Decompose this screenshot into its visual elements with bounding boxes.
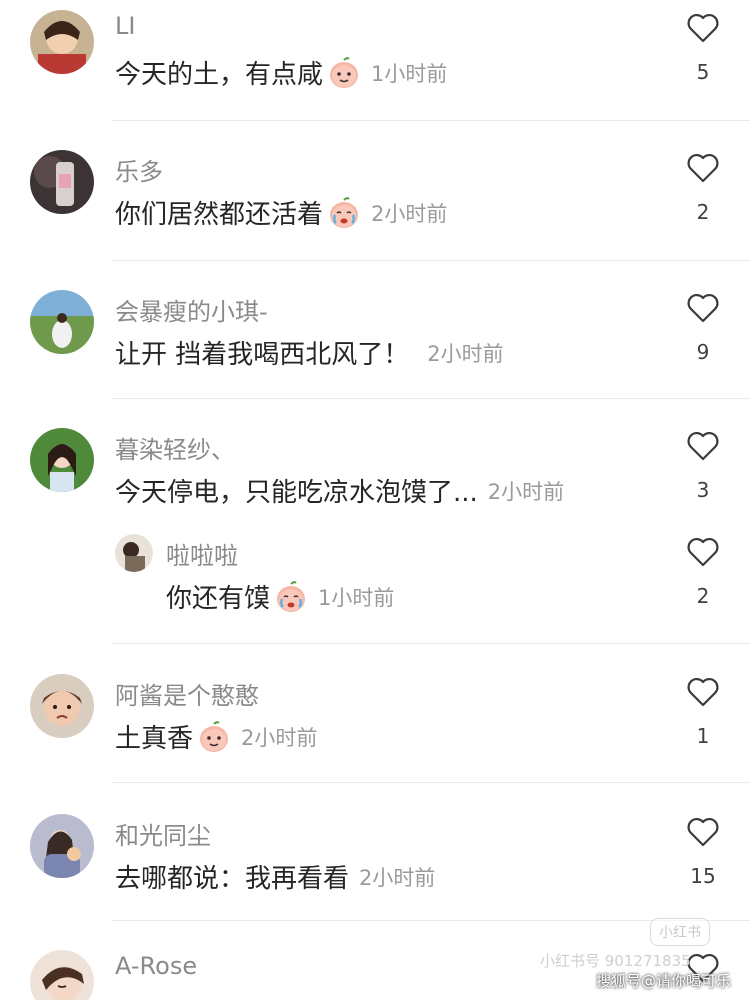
comment-text: 土真香 — [115, 724, 194, 754]
comment-text: 今天停电，只能吃凉水泡馍了... — [115, 478, 478, 508]
comment-time: 2小时前 — [371, 201, 448, 226]
reply-text-line: 你还有馍 1小时前 — [166, 578, 394, 615]
reply-text: 你还有馍 — [166, 584, 271, 614]
avatar[interactable] — [30, 814, 94, 878]
avatar[interactable] — [30, 674, 94, 738]
reply-avatar[interactable] — [115, 534, 153, 572]
heart-icon[interactable] — [686, 152, 720, 184]
comment-text-line: 今天停电，只能吃凉水泡馍了... 2小时前 — [115, 472, 564, 509]
like-count: 3 — [696, 478, 710, 502]
divider — [112, 782, 750, 783]
comment-username[interactable]: A-Rose — [115, 952, 197, 980]
heart-icon[interactable] — [686, 536, 720, 568]
comment-text: 去哪都说：我再看看 — [115, 864, 350, 894]
comment-text: 今天的土，有点咸 — [115, 60, 324, 90]
comment-text-line: 让开 挡着我喝西北风了！ 2小时前 — [115, 334, 504, 371]
like-count: 2 — [696, 584, 710, 608]
sohu-watermark: 搜狐号@请你喝可乐 — [596, 972, 732, 990]
comment-time: 2小时前 — [487, 479, 565, 504]
heart-icon[interactable] — [686, 12, 720, 44]
reply-time: 1小时前 — [318, 585, 395, 610]
comment-username[interactable]: 暮染轻纱、 — [115, 430, 235, 465]
like-count: 1 — [696, 724, 710, 748]
like-button[interactable]: 5 — [680, 12, 726, 84]
like-count: 5 — [696, 60, 710, 84]
like-button[interactable]: 2 — [680, 152, 726, 224]
avatar[interactable] — [30, 428, 94, 492]
comment-text-line: 今天的土，有点咸 1小时前 — [115, 54, 447, 91]
comment-text-line: 你们居然都还活着 2小时前 — [115, 194, 447, 231]
heart-icon[interactable] — [686, 292, 720, 324]
like-button[interactable]: 2 — [680, 536, 726, 608]
comment-username[interactable]: 阿酱是个憨憨 — [115, 676, 259, 711]
like-count: 2 — [696, 200, 710, 224]
avatar[interactable] — [30, 950, 94, 1000]
comment-username[interactable]: 乐多 — [115, 152, 163, 187]
comment-time: 2小时前 — [427, 341, 504, 366]
comment-text: 你们居然都还活着 — [115, 200, 324, 230]
comment-time: 1小时前 — [371, 61, 448, 86]
like-button[interactable]: 15 — [680, 816, 726, 888]
like-button[interactable]: 9 — [680, 292, 726, 364]
comment-text-line: 去哪都说：我再看看 2小时前 — [115, 858, 435, 895]
comment-time: 2小时前 — [241, 725, 318, 750]
comment-text: 让开 挡着我喝西北风了！ — [115, 340, 410, 370]
divider — [112, 260, 750, 261]
crying-peach-emoji-icon — [274, 580, 308, 614]
like-button[interactable]: 3 — [680, 430, 726, 502]
comment-username[interactable]: 会暴瘦的小琪- — [115, 292, 268, 327]
heart-icon[interactable] — [686, 430, 720, 462]
reply-username[interactable]: 啦啦啦 — [166, 536, 238, 571]
comment-text-line: 土真香 2小时前 — [115, 718, 317, 755]
like-count: 15 — [690, 864, 716, 888]
heart-icon[interactable] — [686, 816, 720, 848]
smiling-peach-emoji-icon — [197, 720, 231, 754]
avatar[interactable] — [30, 150, 94, 214]
xiaohongshu-watermark-badge: 小红书 — [650, 918, 710, 946]
avatar[interactable] — [30, 10, 94, 74]
divider — [112, 398, 750, 399]
like-count: 9 — [696, 340, 710, 364]
avatar[interactable] — [30, 290, 94, 354]
comment-username[interactable]: LI — [115, 12, 135, 40]
divider — [112, 120, 750, 121]
smiling-peach-emoji-icon — [327, 56, 361, 90]
comment-username[interactable]: 和光同尘 — [115, 816, 211, 851]
crying-peach-emoji-icon — [327, 196, 361, 230]
divider — [112, 643, 750, 644]
comment-list-page: LI 今天的土，有点咸 1小时前 5 乐多 你们居然都还活着 2小时前 2 会暴… — [0, 0, 750, 1000]
heart-icon[interactable] — [686, 676, 720, 708]
like-button[interactable]: 1 — [680, 676, 726, 748]
xiaohongshu-id-watermark: 小红书号 901271835 — [540, 952, 691, 970]
comment-time: 2小时前 — [359, 865, 436, 890]
